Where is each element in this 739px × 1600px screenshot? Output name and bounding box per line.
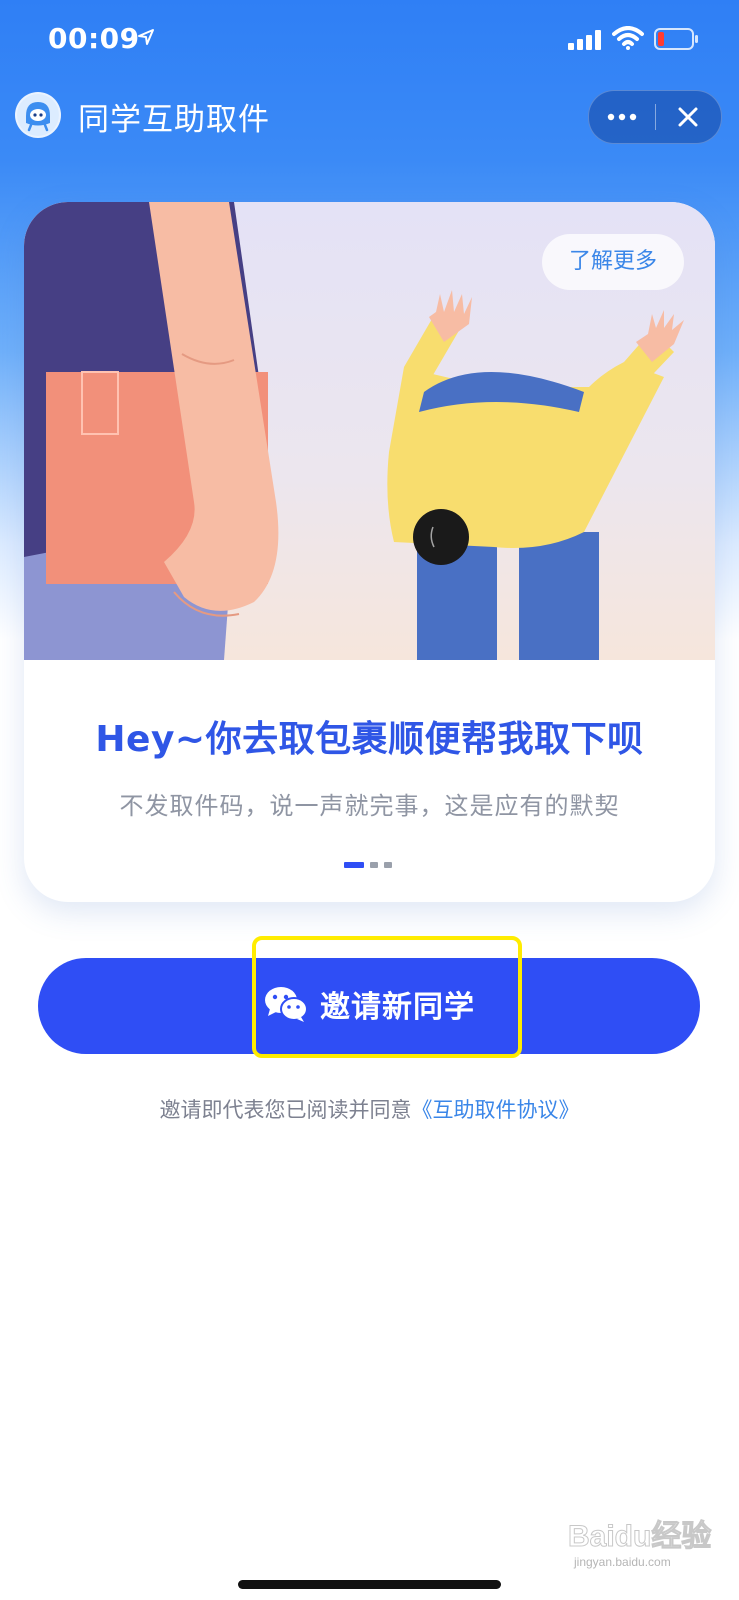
more-options-button[interactable] xyxy=(589,91,655,143)
wifi-icon xyxy=(612,26,644,50)
baidu-jingyan-watermark: Baidu经验 jingyan.baidu.com xyxy=(568,1519,712,1570)
agreement-link[interactable]: 《互助取件协议》 xyxy=(412,1098,580,1122)
learn-more-button[interactable]: 了解更多 xyxy=(542,234,684,290)
svg-text:jingyan.baidu.com: jingyan.baidu.com xyxy=(573,1555,671,1569)
mascot-icon xyxy=(17,94,59,136)
agreement-text: 邀请即代表您已阅读并同意《互助取件协议》 xyxy=(0,1094,739,1124)
app-logo xyxy=(15,92,61,138)
agreement-prefix: 邀请即代表您已阅读并同意 xyxy=(159,1098,412,1122)
capsule-menu xyxy=(588,90,722,144)
app-title: 同学互助取件 xyxy=(78,102,270,138)
close-icon xyxy=(678,107,698,127)
carousel-card[interactable]: 了解更多 Hey~你去取包裹顺便帮我取下呗 不发取件码，说一声就完事，这是应有的… xyxy=(24,202,715,902)
pagination-dot-active xyxy=(344,862,364,868)
mini-program-nav-bar: 同学互助取件 xyxy=(0,80,739,150)
highlight-annotation-box xyxy=(252,936,522,1058)
cellular-signal-icon xyxy=(568,30,601,50)
card-subline: 不发取件码，说一声就完事，这是应有的默契 xyxy=(119,792,620,820)
svg-text:Baidu经验: Baidu经验 xyxy=(568,1519,711,1553)
status-bar: 00:09 xyxy=(0,0,739,80)
status-time: 00:09 xyxy=(48,22,140,55)
battery-low-icon xyxy=(654,28,698,50)
close-button[interactable] xyxy=(656,91,721,143)
location-arrow-icon xyxy=(138,29,154,45)
more-dots-icon xyxy=(607,113,637,121)
pagination-dot xyxy=(384,862,392,868)
pagination-dot xyxy=(370,862,378,868)
home-indicator[interactable] xyxy=(238,1580,501,1589)
card-headline: Hey~你去取包裹顺便帮我取下呗 xyxy=(95,719,644,760)
carousel-pagination xyxy=(344,862,404,868)
